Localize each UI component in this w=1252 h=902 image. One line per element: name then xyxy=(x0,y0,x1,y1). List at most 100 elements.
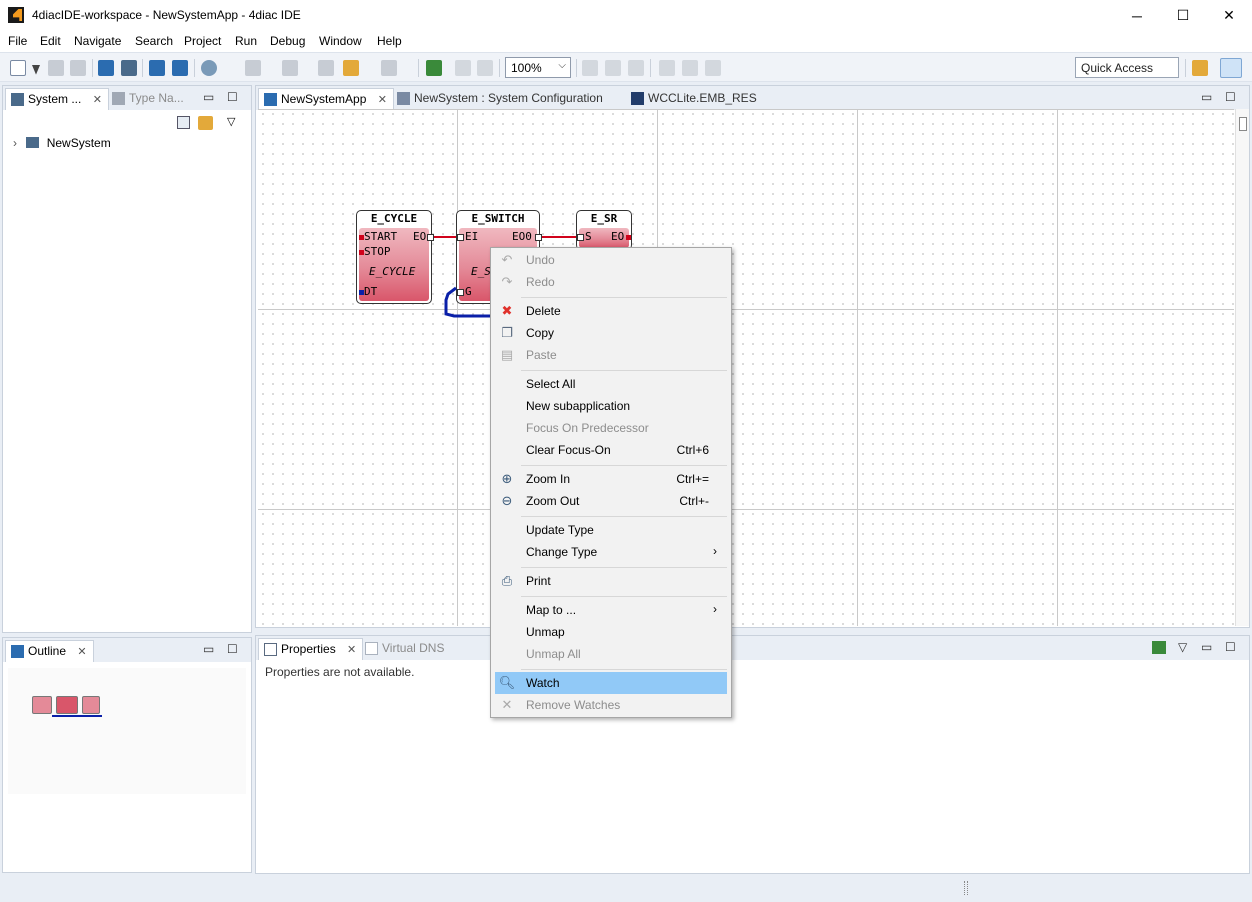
port-eo[interactable]: EO xyxy=(611,230,624,243)
close-icon[interactable]: ✕ xyxy=(77,646,86,658)
menu-edit[interactable]: Edit xyxy=(40,34,61,48)
port-s[interactable]: S xyxy=(585,230,592,243)
menu-window[interactable]: Window xyxy=(319,34,362,48)
quick-access-input[interactable]: Quick Access xyxy=(1075,57,1179,78)
tab-system-explorer[interactable]: System ... ✕ xyxy=(5,88,109,110)
maximize-view-icon[interactable]: ☐ xyxy=(227,90,238,104)
menu-search[interactable]: Search xyxy=(135,34,173,48)
port-start[interactable]: START xyxy=(364,230,397,243)
menu-item-print[interactable]: ⎙ Print xyxy=(495,570,727,592)
close-button[interactable]: ✕ xyxy=(1206,0,1252,31)
align-middle-icon[interactable] xyxy=(682,60,698,76)
menu-item-redo[interactable]: ↷ Redo xyxy=(495,271,727,293)
forward-icon[interactable] xyxy=(381,60,397,76)
align-center-icon[interactable] xyxy=(605,60,621,76)
maximize-button[interactable]: ☐ xyxy=(1160,0,1206,31)
new-icon[interactable] xyxy=(10,60,26,76)
minimize-view-icon[interactable]: ▭ xyxy=(1201,90,1212,104)
new-fb-icon[interactable] xyxy=(172,60,188,76)
event-connection[interactable] xyxy=(542,236,576,238)
status-bar-grip[interactable] xyxy=(964,881,968,895)
tab-outline[interactable]: Outline ✕ xyxy=(5,640,94,662)
undo-toolbar-icon[interactable] xyxy=(455,60,471,76)
link-with-editor-icon[interactable] xyxy=(198,116,213,130)
tab-properties[interactable]: Properties ✕ xyxy=(258,638,364,660)
menu-item-unmap-all[interactable]: Unmap All xyxy=(495,643,727,665)
data-connection-path[interactable] xyxy=(444,286,492,318)
menu-item-delete[interactable]: ✖ Delete xyxy=(495,300,727,322)
pin-view-icon[interactable] xyxy=(1152,641,1166,654)
tab-virtual-dns[interactable]: Virtual DNS xyxy=(360,638,450,660)
event-connection[interactable] xyxy=(434,236,456,238)
minimize-view-icon[interactable]: ▭ xyxy=(203,642,214,656)
align-left-icon[interactable] xyxy=(582,60,598,76)
view-menu-icon[interactable]: ▽ xyxy=(1178,640,1187,654)
menu-item-copy[interactable]: ❐ Copy xyxy=(495,322,727,344)
close-icon[interactable]: ✕ xyxy=(378,94,387,106)
maximize-view-icon[interactable]: ☐ xyxy=(1225,640,1236,654)
menu-item-watch[interactable]: 🔍︎ Watch xyxy=(495,672,727,694)
tab-system-configuration[interactable]: NewSystem : System Configuration xyxy=(392,88,609,110)
data-connection[interactable] xyxy=(440,284,496,324)
menu-item-zoom-in[interactable]: ⊕ Zoom In Ctrl+= xyxy=(495,468,727,490)
save-all-icon[interactable] xyxy=(70,60,86,76)
align-top-icon[interactable] xyxy=(659,60,675,76)
menu-item-focus-on-predecessor[interactable]: Focus On Predecessor xyxy=(495,417,727,439)
open-perspective-icon[interactable] xyxy=(1192,60,1208,76)
menu-item-undo[interactable]: ↶ Undo xyxy=(495,249,727,271)
new-application-icon[interactable] xyxy=(121,60,137,76)
redo-toolbar-icon[interactable] xyxy=(477,60,493,76)
system-perspective-icon[interactable] xyxy=(1220,58,1242,78)
align-right-icon[interactable] xyxy=(628,60,644,76)
tab-wcclite-emb-res[interactable]: WCCLite.EMB_RES xyxy=(626,88,763,110)
tree-item-newsystem[interactable]: › NewSystem xyxy=(13,136,111,150)
align-bottom-icon[interactable] xyxy=(705,60,721,76)
menu-item-zoom-out[interactable]: ⊖ Zoom Out Ctrl+- xyxy=(495,490,727,512)
new-system-icon[interactable] xyxy=(98,60,114,76)
search-icon[interactable] xyxy=(201,60,217,76)
close-icon[interactable]: ✕ xyxy=(93,94,102,106)
collapse-all-icon[interactable] xyxy=(177,116,190,129)
tab-type-navigator[interactable]: Type Na... xyxy=(107,88,190,110)
deploy-icon[interactable] xyxy=(426,60,442,76)
scroll-thumb[interactable] xyxy=(1239,117,1247,131)
last-edit-icon[interactable] xyxy=(318,60,334,76)
menu-item-paste[interactable]: ▤ Paste xyxy=(495,344,727,366)
menu-item-change-type[interactable]: Change Type › xyxy=(495,541,727,563)
next-annotation-icon[interactable] xyxy=(245,60,261,76)
minimize-view-icon[interactable]: ▭ xyxy=(1201,640,1212,654)
menu-item-select-all[interactable]: Select All xyxy=(495,373,727,395)
minimize-view-icon[interactable]: ▭ xyxy=(203,90,214,104)
menu-help[interactable]: Help xyxy=(377,34,402,48)
menu-run[interactable]: Run xyxy=(235,34,257,48)
menu-file[interactable]: File xyxy=(8,34,27,48)
maximize-view-icon[interactable]: ☐ xyxy=(227,642,238,656)
save-icon[interactable] xyxy=(48,60,64,76)
port-stop[interactable]: STOP xyxy=(364,245,391,258)
back-icon[interactable] xyxy=(343,60,359,76)
menu-item-remove-watches[interactable]: ✕ Remove Watches xyxy=(495,694,727,716)
close-icon[interactable]: ✕ xyxy=(347,644,356,656)
port-ei[interactable]: EI xyxy=(465,230,478,243)
maximize-view-icon[interactable]: ☐ xyxy=(1225,90,1236,104)
new-dropdown-icon[interactable] xyxy=(32,65,40,75)
view-menu-icon[interactable]: ▽ xyxy=(227,115,235,128)
port-eo0[interactable]: EO0 xyxy=(512,230,532,243)
menu-debug[interactable]: Debug xyxy=(270,34,305,48)
application-canvas[interactable] xyxy=(258,109,1234,626)
vertical-scrollbar[interactable] xyxy=(1235,109,1249,626)
menu-project[interactable]: Project xyxy=(184,34,221,48)
fb-e-sr[interactable]: E_SR S EO xyxy=(576,210,632,250)
chevron-right-icon[interactable]: › xyxy=(13,136,17,150)
outline-thumbnail[interactable] xyxy=(8,668,246,794)
port-dt[interactable]: DT xyxy=(364,285,377,298)
minimize-button[interactable]: ─ xyxy=(1114,0,1160,31)
menu-item-map-to[interactable]: Map to ... › xyxy=(495,599,727,621)
prev-annotation-icon[interactable] xyxy=(282,60,298,76)
menu-item-new-subapplication[interactable]: New subapplication xyxy=(495,395,727,417)
new-type-icon[interactable] xyxy=(149,60,165,76)
port-eo[interactable]: EO xyxy=(413,230,426,243)
menu-navigate[interactable]: Navigate xyxy=(74,34,121,48)
tab-newsystemapp[interactable]: NewSystemApp ✕ xyxy=(258,88,394,110)
fb-e-cycle[interactable]: E_CYCLE START STOP EO E_CYCLE DT xyxy=(356,210,434,304)
